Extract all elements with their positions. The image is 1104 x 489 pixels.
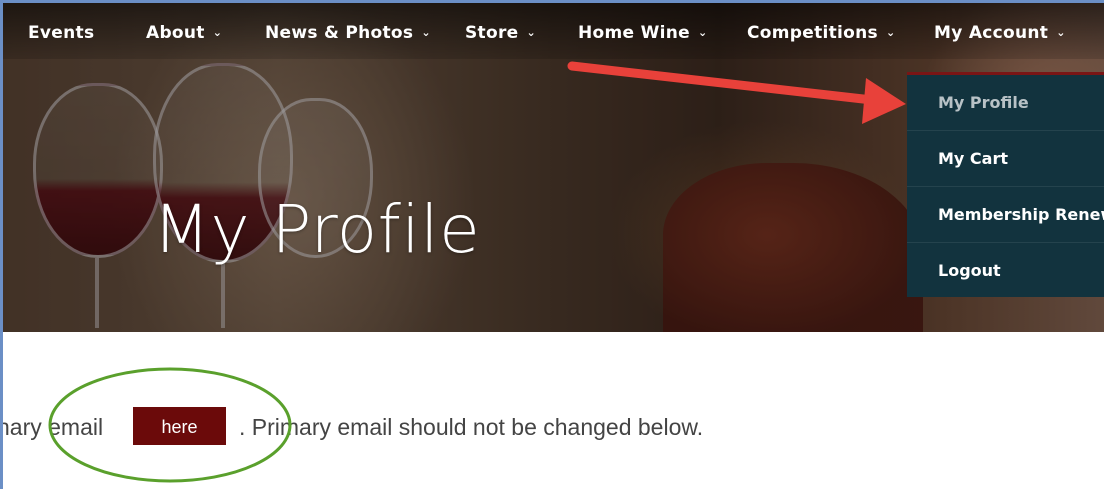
nav-item-about[interactable]: About ⌄: [146, 23, 222, 43]
chevron-down-icon: ⌄: [697, 26, 708, 39]
nav-item-label: News & Photos: [265, 23, 414, 43]
change-email-here-button[interactable]: here: [133, 407, 226, 445]
nav-item-home-wine[interactable]: Home Wine ⌄: [578, 23, 708, 43]
chevron-down-icon: ⌄: [526, 26, 536, 39]
nav-item-events[interactable]: Events: [28, 23, 94, 43]
nav-item-competitions[interactable]: Competitions ⌄: [747, 23, 896, 43]
chevron-down-icon: ⌄: [212, 26, 223, 39]
chevron-down-icon: ⌄: [1056, 26, 1066, 39]
notice-suffix-text: . Primary email should not be changed be…: [239, 414, 704, 440]
dropdown-item-logout[interactable]: Logout: [907, 243, 1104, 297]
page-title: My Profile: [153, 191, 481, 268]
dropdown-item-my-cart[interactable]: My Cart: [907, 131, 1104, 187]
nav-item-label: Events: [28, 23, 95, 43]
notice-prefix-text: nary email: [3, 414, 104, 440]
nav-item-my-account[interactable]: My Account ⌄: [934, 23, 1066, 43]
my-account-dropdown: My Profile My Cart Membership Renewal Lo…: [907, 72, 1104, 297]
nav-item-label: Home Wine: [578, 23, 690, 43]
dropdown-item-membership-renewal[interactable]: Membership Renewal: [907, 187, 1104, 243]
primary-email-notice: nary email here . Primary email should n…: [3, 405, 1104, 445]
nav-item-label: My Account: [934, 23, 1049, 43]
chevron-down-icon: ⌄: [421, 26, 431, 39]
nav-item-label: Competitions: [747, 23, 878, 43]
nav-item-store[interactable]: Store ⌄: [465, 23, 536, 43]
dropdown-item-my-profile[interactable]: My Profile: [907, 75, 1104, 131]
nav-item-label: About: [146, 23, 205, 43]
chevron-down-icon: ⌄: [885, 26, 896, 39]
main-navigation: Events About ⌄ News & Photos ⌄ Store ⌄ Home…: [3, 3, 1104, 59]
nav-item-label: Store: [465, 23, 519, 43]
nav-item-news-photos[interactable]: News & Photos ⌄: [265, 23, 431, 43]
